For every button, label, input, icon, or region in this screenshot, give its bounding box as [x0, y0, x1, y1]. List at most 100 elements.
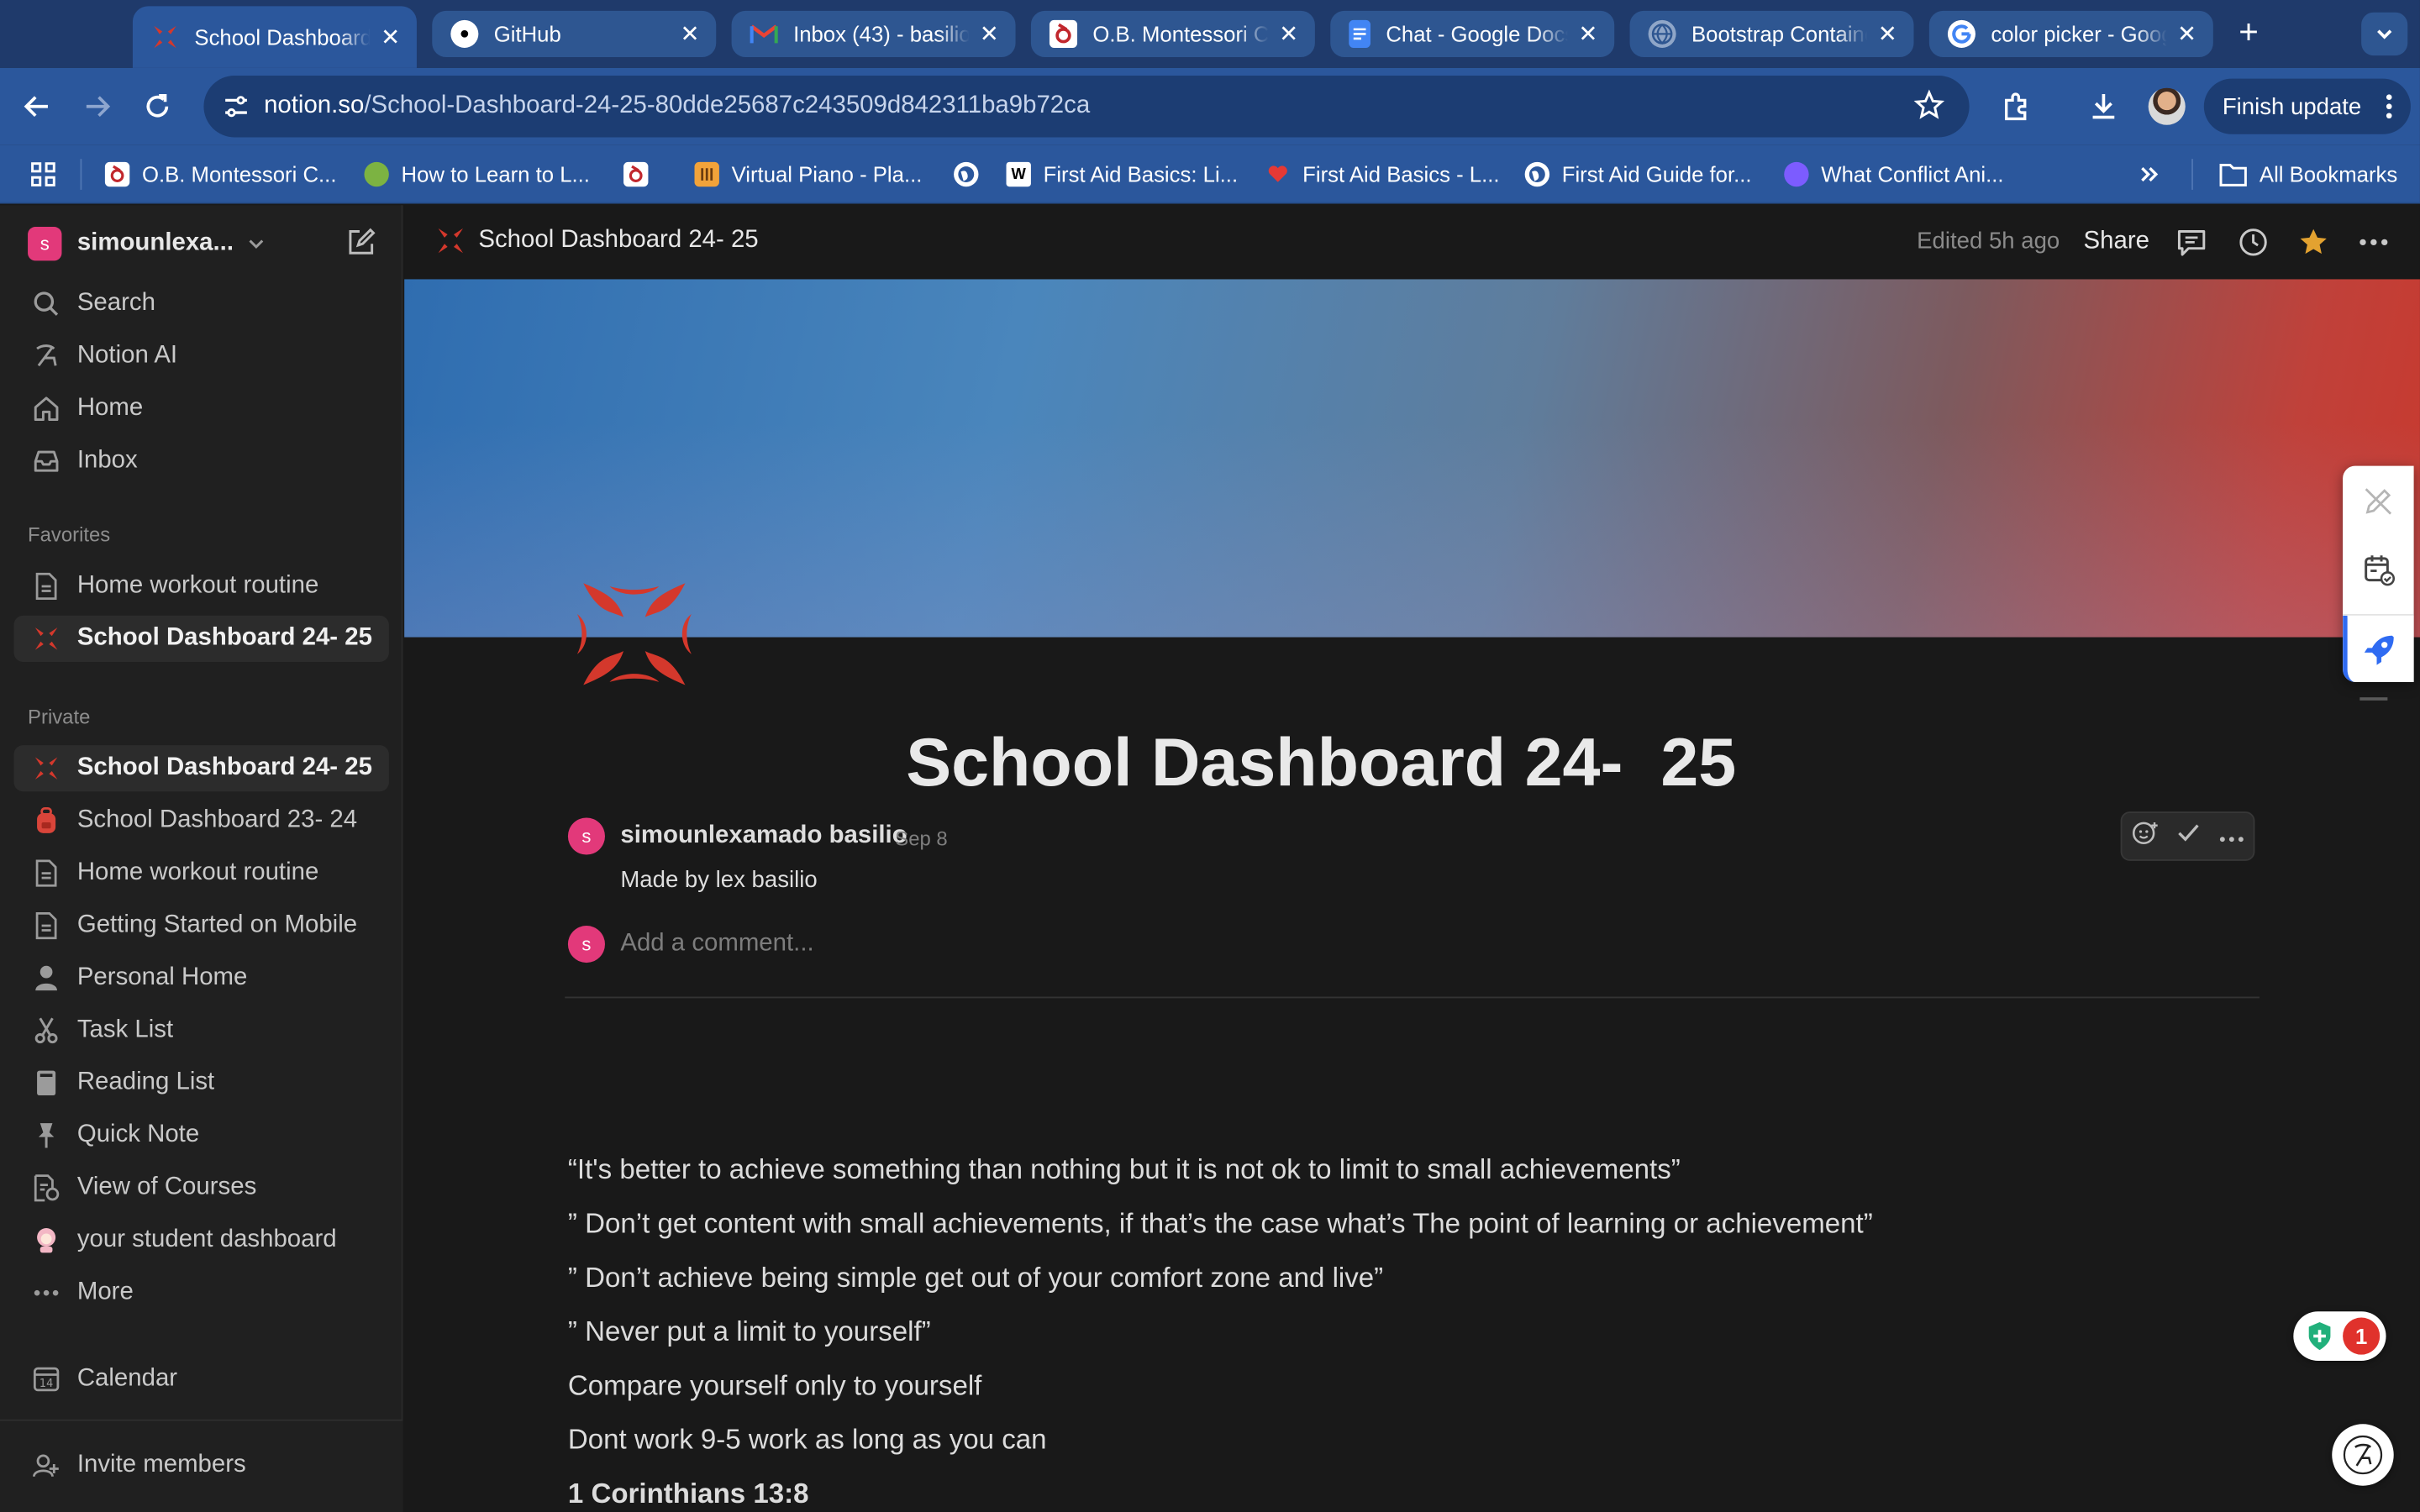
sidebar-item-notion-ai[interactable]: Notion AI	[14, 333, 389, 380]
page-cover-image[interactable]	[404, 279, 2420, 638]
sidebar-item-getting-started[interactable]: Getting Started on Mobile	[14, 902, 389, 948]
sidebar-item-calendar[interactable]: 14 Calendar	[14, 1356, 389, 1402]
edited-timestamp[interactable]: Edited 5h ago	[1917, 228, 2060, 255]
quote-line[interactable]: Compare yourself only to yourself	[568, 1370, 981, 1403]
sidebar-item-personal-home[interactable]: Personal Home	[14, 955, 389, 1001]
bookmark-montessori[interactable]: O.B. Montessori C...	[104, 159, 336, 190]
sidebar-item-home[interactable]: Home	[14, 386, 389, 432]
quick-launch-button[interactable]	[2343, 615, 2414, 682]
calendar-check-button[interactable]	[2361, 553, 2396, 586]
sidebar-item-search[interactable]: Search	[14, 281, 389, 327]
sidebar-item-label: Home workout routine	[76, 572, 319, 599]
apps-button[interactable]	[29, 159, 57, 190]
sidebar-item-student-dashboard[interactable]: your student dashboard	[14, 1217, 389, 1263]
bookmark-star-icon[interactable]	[1913, 89, 1948, 123]
close-icon[interactable]: ✕	[1275, 20, 1302, 48]
profile-avatar[interactable]	[2148, 87, 2186, 125]
rocket-icon	[2364, 635, 2394, 665]
url-host: notion.so	[264, 92, 365, 119]
downloads-button[interactable]	[2084, 87, 2124, 127]
close-icon[interactable]: ✕	[976, 20, 1003, 48]
reload-button[interactable]	[137, 87, 177, 127]
comment-more-button[interactable]	[2219, 822, 2244, 850]
sidebar-item-inbox[interactable]: Inbox	[14, 438, 389, 485]
extensions-button[interactable]	[1996, 87, 2036, 127]
sidebar-item-reading-list[interactable]: Reading List	[14, 1060, 389, 1106]
sidebar-item-quick-note[interactable]: Quick Note	[14, 1112, 389, 1158]
bookmark-how-to-learn[interactable]: How to Learn to L...	[364, 159, 590, 190]
close-icon[interactable]: ✕	[1574, 20, 1602, 48]
sidebar-item-school-dashboard-fav[interactable]: School Dashboard 24- 25	[13, 615, 389, 662]
updates-button[interactable]	[2236, 225, 2270, 259]
quote-line[interactable]: ” Don’t achieve being simple get out of …	[568, 1262, 1383, 1294]
back-button[interactable]	[17, 87, 57, 127]
bookmarks-bar: O.B. Montessori C... How to Learn to L..…	[0, 144, 2420, 204]
tab-google-docs[interactable]: Chat - Google Docs ✕	[1330, 10, 1615, 57]
sidebar-item-school-dashboard-24-25[interactable]: School Dashboard 24- 25	[13, 745, 389, 792]
sidebar-item-more[interactable]: More	[14, 1270, 389, 1316]
sidebar-item-home-workout-fav[interactable]: Home workout routine	[14, 563, 389, 609]
close-icon[interactable]: ✕	[1874, 20, 1902, 48]
tab-title: School Dashboard 24- 25	[194, 24, 371, 50]
bookmark-conflict[interactable]: What Conflict Ani...	[1784, 159, 2004, 190]
address-bar[interactable]: notion.so/School-Dashboard-24-25-80dde25…	[203, 75, 1970, 138]
add-comment-input[interactable]: Add a comment...	[620, 931, 813, 958]
sidebar-item-task-list[interactable]: Task List	[14, 1007, 389, 1053]
w-icon: W	[1006, 161, 1031, 187]
sidebar-item-view-of-courses[interactable]: View of Courses	[14, 1165, 389, 1211]
workspace-switcher[interactable]: s simounlexa...	[28, 226, 267, 261]
sidebar-item-home-workout[interactable]: Home workout routine	[14, 850, 389, 896]
bookmark-first-aid-basics[interactable]: W First Aid Basics: Li...	[1006, 159, 1239, 190]
pen-off-icon	[2365, 488, 2392, 515]
all-bookmarks-button[interactable]: All Bookmarks	[2219, 159, 2397, 190]
breadcrumb[interactable]: School Dashboard 24- 25	[435, 225, 759, 256]
tab-bootstrap[interactable]: Bootstrap Containers ✕	[1629, 10, 1914, 57]
bookmark-label: First Aid Basics: Li...	[1043, 161, 1239, 187]
page-menu-button[interactable]	[2357, 225, 2391, 259]
bookmark-virtual-piano[interactable]: Virtual Piano - Pla...	[694, 159, 922, 190]
close-icon[interactable]: ✕	[376, 24, 404, 50]
bookmark-first-aid-basics-2[interactable]: First Aid Basics - L...	[1265, 159, 1500, 190]
tab-search-button[interactable]	[2361, 12, 2408, 56]
bookmark-montessori-2[interactable]	[623, 159, 660, 190]
tab-montessori[interactable]: O.B. Montessori Center ✕	[1030, 10, 1315, 57]
student-icon	[29, 1224, 63, 1257]
quote-line[interactable]: Dont work 9-5 work as long as you can	[568, 1424, 1047, 1457]
new-tab-button[interactable]: +	[2232, 14, 2265, 49]
sidebar-item-school-dashboard-23-24[interactable]: School Dashboard 23- 24	[14, 798, 389, 844]
resolve-comment-button[interactable]	[2177, 820, 2202, 853]
new-page-button[interactable]	[345, 227, 379, 260]
forward-button[interactable]	[77, 87, 118, 127]
tab-gmail[interactable]: Inbox (43) - basilio ✕	[731, 10, 1016, 57]
close-icon[interactable]: ✕	[676, 20, 703, 48]
add-reaction-button[interactable]	[2131, 818, 2159, 853]
courses-icon	[29, 1171, 63, 1205]
bookmark-first-aid-guide[interactable]: First Aid Guide for...	[1524, 159, 1752, 190]
bookmark-globe[interactable]	[954, 159, 991, 190]
tab-google-search[interactable]: color picker - Google Search ✕	[1928, 10, 2213, 57]
finish-update-button[interactable]: Finish update	[2203, 78, 2411, 134]
tab-title: GitHub	[493, 21, 561, 47]
folder-icon	[2219, 164, 2247, 186]
quote-line[interactable]: ” Don’t get content with small achieveme…	[568, 1208, 1873, 1241]
quote-line[interactable]: “It's better to achieve something than n…	[568, 1154, 1681, 1187]
more-bookmarks-button[interactable]	[2139, 159, 2161, 190]
page-icon-anger[interactable]	[571, 571, 698, 698]
quote-line[interactable]: ” Never put a limit to yourself”	[568, 1316, 931, 1349]
bible-verse-heading[interactable]: 1 Corinthians 13:8	[568, 1478, 809, 1511]
tab-school-dashboard[interactable]: School Dashboard 24- 25 ✕	[132, 6, 417, 68]
chevron-double-right-icon	[2141, 167, 2159, 182]
favorite-button[interactable]	[2296, 225, 2330, 259]
notion-ai-help-button[interactable]	[2332, 1424, 2394, 1486]
comments-button[interactable]	[2175, 225, 2208, 259]
notification-pill[interactable]: 1	[2293, 1311, 2386, 1361]
edit-disabled-button[interactable]	[2361, 485, 2395, 518]
close-icon[interactable]: ✕	[2173, 20, 2201, 48]
share-button[interactable]: Share	[2084, 228, 2149, 256]
tab-title: Chat - Google Docs	[1386, 21, 1569, 47]
tab-github[interactable]: ● GitHub ✕	[432, 10, 717, 57]
panel-handle[interactable]	[2360, 697, 2388, 701]
page-title[interactable]: School Dashboard 24- 25	[565, 725, 2077, 802]
invite-members-button[interactable]: Invite members	[14, 1442, 389, 1488]
site-info-icon[interactable]	[216, 87, 256, 127]
